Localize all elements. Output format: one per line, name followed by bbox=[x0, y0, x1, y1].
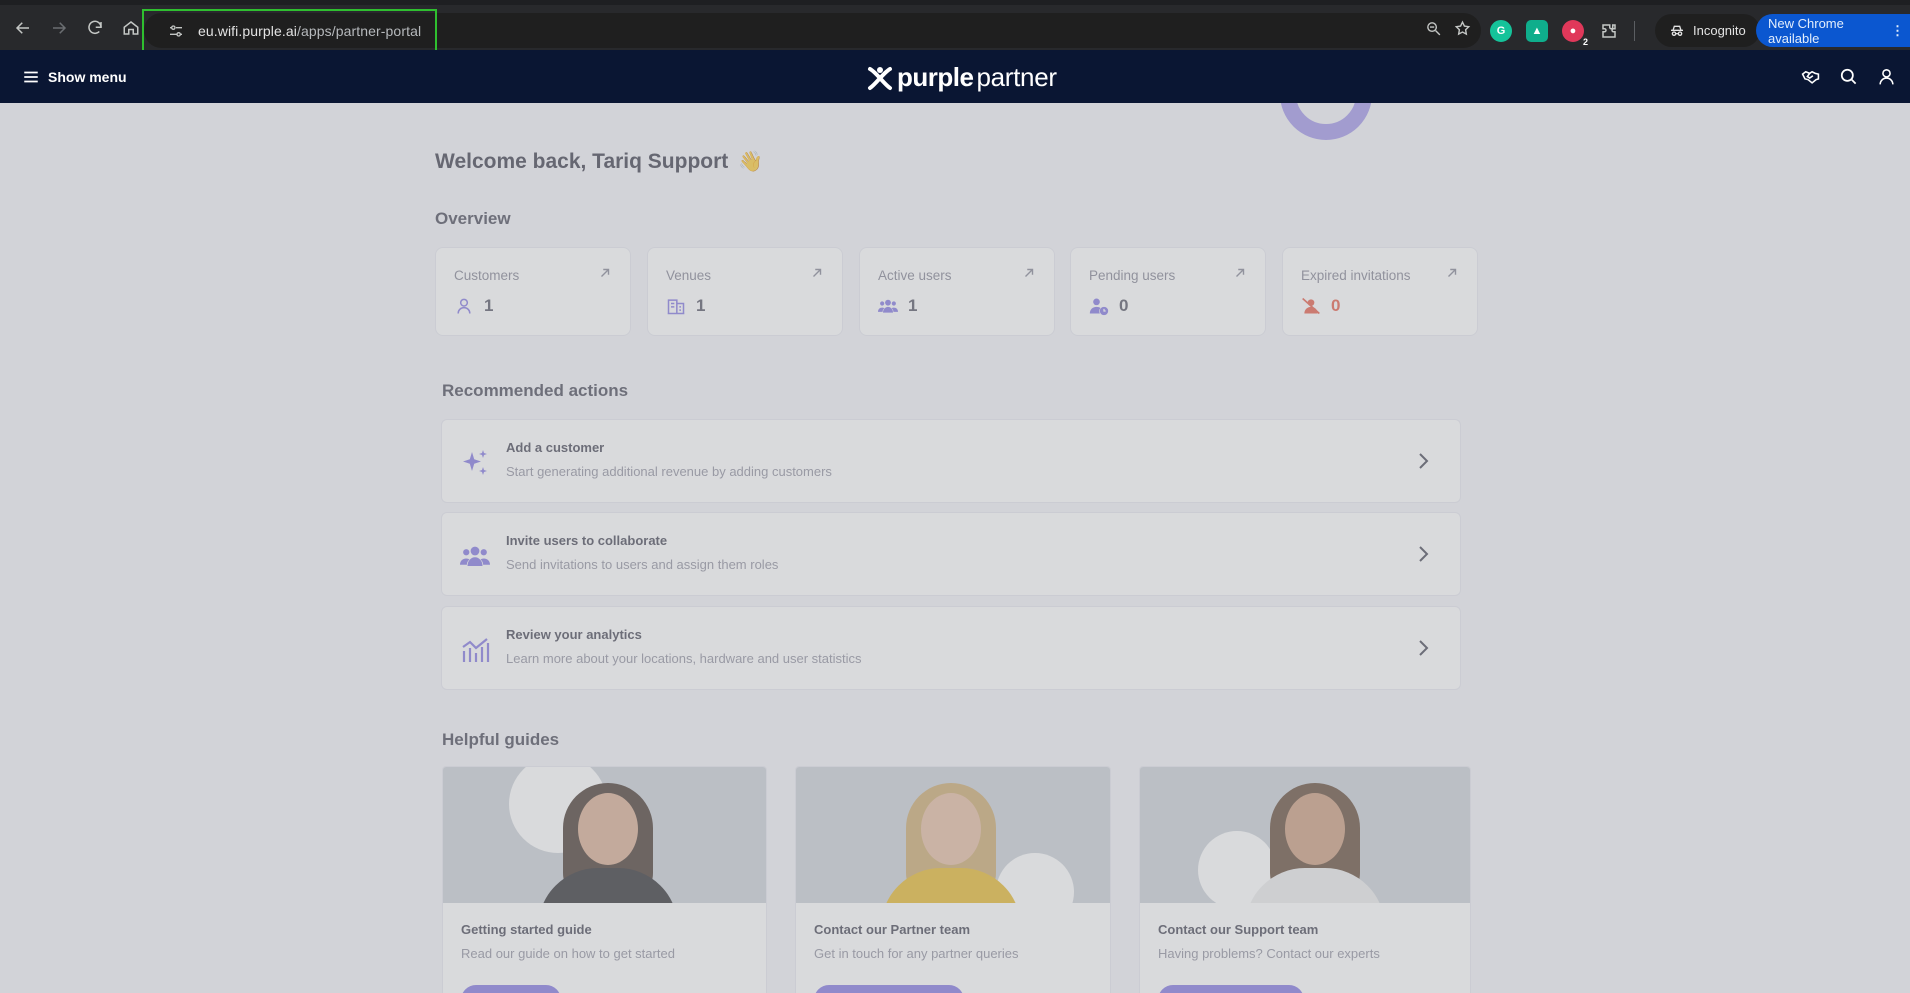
guide-photo bbox=[1140, 767, 1470, 903]
user-icon bbox=[457, 298, 471, 314]
users-icon bbox=[460, 541, 490, 571]
hamburger-icon bbox=[24, 71, 38, 82]
profile-icon[interactable] bbox=[1876, 62, 1896, 90]
action-title: Invite users to collaborate bbox=[506, 533, 668, 548]
guide-button[interactable] bbox=[1158, 985, 1304, 993]
overview-title: Overview bbox=[435, 209, 511, 228]
chrome-update-button[interactable]: New Chrome available ⋮ bbox=[1756, 14, 1910, 47]
guide-subtitle: Having problems? Contact our experts bbox=[1158, 946, 1380, 961]
back-icon[interactable] bbox=[5, 10, 41, 46]
stat-value: 1 bbox=[908, 296, 918, 315]
purple-partner-logo[interactable]: purple partner bbox=[866, 62, 1057, 93]
users-icon bbox=[878, 299, 898, 313]
stat-label: Customers bbox=[454, 268, 520, 283]
guide-button[interactable] bbox=[814, 985, 964, 993]
chevron-right-icon bbox=[1414, 543, 1432, 570]
brand-name-bold: purple bbox=[897, 62, 974, 92]
stat-label: Pending users bbox=[1089, 268, 1176, 283]
chevron-right-icon bbox=[1414, 637, 1432, 664]
url-highlight-box bbox=[142, 9, 437, 56]
guide-card-getting-started[interactable]: Getting started guide Read our guide on … bbox=[442, 766, 767, 993]
user-slash-icon bbox=[1302, 297, 1320, 315]
action-subtitle: Send invitations to users and assign the… bbox=[506, 557, 779, 572]
decorative-ring bbox=[1280, 103, 1372, 140]
stat-value: 0 bbox=[1331, 296, 1341, 315]
stat-label: Expired invitations bbox=[1301, 268, 1411, 283]
guide-subtitle: Read our guide on how to get started bbox=[461, 946, 675, 961]
stat-value: 0 bbox=[1119, 296, 1129, 315]
helpful-guides-title: Helpful guides bbox=[442, 730, 560, 749]
guide-title: Getting started guide bbox=[461, 922, 592, 937]
arrow-up-right-icon bbox=[1445, 266, 1459, 285]
building-icon bbox=[667, 299, 685, 315]
app-header: Show menu purple partner bbox=[0, 50, 1910, 103]
toolbar-divider bbox=[1634, 20, 1635, 41]
action-title: Review your analytics bbox=[506, 627, 642, 642]
handshake-icon[interactable] bbox=[1800, 62, 1820, 90]
action-invite-users[interactable]: Invite users to collaborate Send invitat… bbox=[441, 512, 1461, 596]
forward-icon[interactable] bbox=[41, 10, 77, 46]
stat-label: Active users bbox=[878, 268, 952, 283]
guide-title: Contact our Partner team bbox=[814, 922, 971, 937]
guide-title: Contact our Support team bbox=[1158, 922, 1319, 937]
extension-icon[interactable]: ▲ bbox=[1526, 19, 1548, 42]
guide-card-support-team[interactable]: Contact our Support team Having problems… bbox=[1139, 766, 1471, 993]
stat-value: 1 bbox=[484, 296, 494, 315]
stat-value: 1 bbox=[696, 296, 706, 315]
show-menu-button[interactable]: Show menu bbox=[22, 68, 127, 86]
incognito-label: Incognito bbox=[1693, 23, 1746, 38]
purple-logo-mark-icon bbox=[868, 66, 892, 90]
arrow-up-right-icon bbox=[1233, 266, 1247, 285]
arrow-up-right-icon bbox=[1022, 266, 1036, 285]
action-title: Add a customer bbox=[506, 440, 605, 455]
bookmark-star-icon[interactable] bbox=[1454, 19, 1471, 42]
update-label: New Chrome available bbox=[1768, 15, 1844, 46]
extensions-puzzle-icon[interactable] bbox=[1598, 20, 1620, 42]
man-with-phone-illustration bbox=[1230, 783, 1400, 903]
stat-card-active-users[interactable]: Active users 1 bbox=[859, 247, 1055, 336]
action-add-customer[interactable]: Add a customer Start generating addition… bbox=[441, 419, 1461, 503]
recommended-actions-title: Recommended actions bbox=[442, 381, 629, 400]
wave-emoji: 👋 bbox=[738, 151, 764, 173]
brand-name-light: partner bbox=[976, 62, 1057, 92]
main-content: Welcome back, Tariq Support 👋 Overview C… bbox=[0, 103, 1910, 993]
notification-extension-icon[interactable]: ● 2 bbox=[1562, 19, 1590, 47]
stat-card-expired-invitations[interactable]: Expired invitations 0 bbox=[1282, 247, 1478, 336]
guide-subtitle: Get in touch for any partner queries bbox=[814, 946, 1019, 961]
more-menu-icon[interactable]: ⋮ bbox=[1891, 23, 1904, 39]
reload-icon[interactable] bbox=[77, 10, 113, 46]
chart-icon bbox=[460, 635, 490, 665]
incognito-chip[interactable]: Incognito bbox=[1655, 14, 1760, 47]
arrow-up-right-icon bbox=[598, 266, 612, 285]
browser-window: eu.wifi.purple.ai/apps/partner-portal G … bbox=[0, 0, 1910, 993]
sparkles-icon bbox=[460, 448, 490, 478]
action-subtitle: Start generating additional revenue by a… bbox=[506, 464, 832, 479]
header-actions bbox=[1800, 62, 1896, 90]
stat-card-customers[interactable]: Customers 1 bbox=[435, 247, 631, 336]
incognito-icon bbox=[1671, 25, 1683, 36]
stat-card-venues[interactable]: Venues 1 bbox=[647, 247, 843, 336]
zoom-icon[interactable] bbox=[1425, 20, 1442, 42]
stat-card-pending-users[interactable]: Pending users 0 bbox=[1070, 247, 1266, 336]
browser-toolbar: eu.wifi.purple.ai/apps/partner-portal G … bbox=[0, 0, 1910, 56]
woman-with-phone-illustration bbox=[523, 783, 693, 903]
user-clock-icon bbox=[1089, 298, 1109, 316]
arrow-up-right-icon bbox=[810, 266, 824, 285]
stat-label: Venues bbox=[666, 268, 712, 283]
welcome-text: Welcome back, Tariq Support bbox=[435, 149, 729, 173]
chevron-right-icon bbox=[1414, 450, 1432, 477]
action-review-analytics[interactable]: Review your analytics Learn more about y… bbox=[441, 606, 1461, 690]
extensions-area: G ▲ ● 2 bbox=[1490, 13, 1635, 48]
show-menu-label: Show menu bbox=[48, 68, 127, 85]
search-icon[interactable] bbox=[1838, 62, 1858, 90]
welcome-heading: Welcome back, Tariq Support 👋 bbox=[435, 149, 763, 174]
extension-badge: 2 bbox=[1580, 36, 1590, 47]
guide-card-partner-team[interactable]: Contact our Partner team Get in touch fo… bbox=[795, 766, 1111, 993]
guide-button[interactable] bbox=[461, 985, 561, 993]
woman-with-phone-illustration bbox=[866, 783, 1036, 903]
guide-photo bbox=[443, 767, 766, 903]
grammarly-extension-icon[interactable]: G bbox=[1490, 19, 1512, 42]
guide-photo bbox=[796, 767, 1110, 903]
action-subtitle: Learn more about your locations, hardwar… bbox=[506, 651, 862, 666]
